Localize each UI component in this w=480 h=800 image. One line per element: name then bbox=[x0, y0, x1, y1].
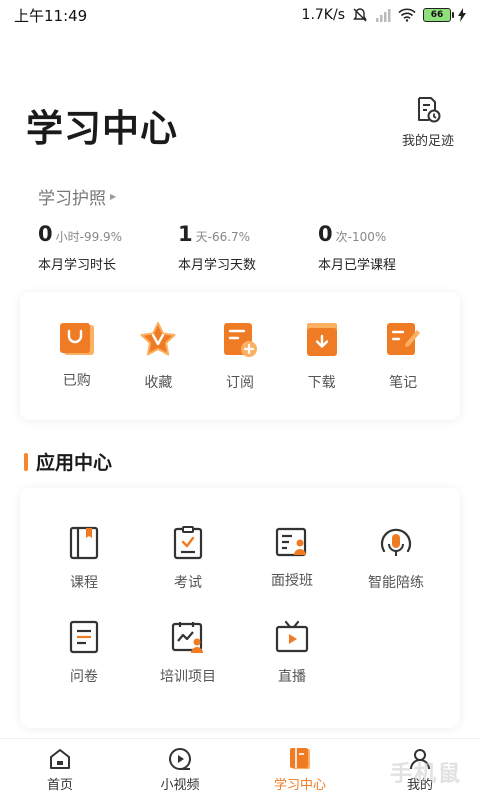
stat-label: 本月已学课程 bbox=[318, 258, 397, 273]
app-survey[interactable]: 问卷 bbox=[32, 620, 136, 686]
status-icons: 1.7K/s 66 bbox=[302, 7, 466, 23]
app-grid: 课程 考试 面授班 智能陪练 问卷 培训项目 直播 bbox=[32, 526, 448, 686]
chevron-right-icon: ▶ bbox=[110, 192, 117, 201]
nav-short-video[interactable]: 小视频 bbox=[120, 739, 240, 800]
bag-icon bbox=[59, 323, 94, 355]
mute-icon bbox=[353, 8, 367, 22]
stat-value: 0 bbox=[318, 222, 333, 246]
quick-favorites[interactable]: 收藏 bbox=[123, 292, 193, 420]
app-label: 培训项目 bbox=[160, 669, 216, 685]
quick-downloads[interactable]: 下载 bbox=[287, 292, 357, 420]
stat-label: 本月学习天数 bbox=[178, 258, 257, 273]
stat-value: 0 bbox=[38, 222, 53, 246]
quick-label: 笔记 bbox=[389, 375, 418, 391]
download-icon bbox=[306, 323, 337, 356]
nav-study-center[interactable]: 学习中心 bbox=[240, 739, 360, 800]
app-live[interactable]: 直播 bbox=[240, 620, 344, 686]
quick-label: 收藏 bbox=[144, 375, 173, 391]
stat-unit: 次-100% bbox=[335, 230, 387, 244]
app-center-title: 应用中心 bbox=[36, 452, 113, 474]
wifi-icon bbox=[398, 8, 416, 22]
status-bar: 上午11:49 1.7K/s 66 bbox=[0, 0, 480, 30]
classroom-icon bbox=[275, 527, 307, 557]
stat-study-hours[interactable]: 0 小时-99.9% 本月学习时长 bbox=[38, 222, 178, 273]
app-label: 直播 bbox=[278, 669, 306, 685]
quick-notes[interactable]: 笔记 bbox=[368, 292, 438, 420]
battery-icon: 66 bbox=[423, 8, 454, 22]
app-label: 智能陪练 bbox=[368, 575, 424, 591]
survey-icon bbox=[69, 620, 99, 654]
quick-label: 下载 bbox=[307, 375, 336, 391]
passport-link[interactable]: 学习护照 ▶ bbox=[38, 184, 116, 209]
stat-unit: 小时-99.9% bbox=[55, 230, 123, 244]
watermark: 手机鼠 bbox=[389, 762, 462, 787]
app-label: 课程 bbox=[70, 575, 98, 591]
app-smart-practice[interactable]: 智能陪练 bbox=[344, 526, 448, 592]
nav-label: 小视频 bbox=[160, 778, 200, 793]
nav-label: 首页 bbox=[46, 778, 73, 793]
charging-icon bbox=[458, 8, 466, 22]
quick-label: 订阅 bbox=[225, 375, 254, 391]
net-speed: 1.7K/s bbox=[301, 7, 345, 23]
live-icon bbox=[275, 620, 309, 653]
exam-icon bbox=[173, 526, 203, 560]
page-title: 学习中心 bbox=[26, 107, 178, 150]
subscribe-icon bbox=[223, 323, 257, 357]
quick-subscriptions[interactable]: 订阅 bbox=[205, 292, 275, 420]
app-label: 考试 bbox=[174, 575, 202, 591]
footprint-icon bbox=[418, 97, 441, 123]
footprint-button[interactable]: 我的足迹 bbox=[398, 96, 458, 149]
stat-value: 1 bbox=[178, 222, 193, 246]
status-time: 上午11:49 bbox=[14, 6, 88, 25]
stat-label: 本月学习时长 bbox=[38, 258, 117, 273]
footprint-label: 我的足迹 bbox=[401, 134, 454, 149]
app-training-project[interactable]: 培训项目 bbox=[136, 620, 240, 686]
signal-icon bbox=[376, 9, 391, 22]
passport-stats: 0 小时-99.9% 本月学习时长 1 天-66.7% 本月学习天数 0 次-1… bbox=[38, 222, 458, 273]
section-accent-bar bbox=[24, 452, 28, 471]
quick-actions-card: 已购 收藏 订阅 下载 笔记 bbox=[20, 292, 460, 420]
app-classroom[interactable]: 面授班 bbox=[240, 526, 344, 592]
passport-title: 学习护照 bbox=[38, 189, 106, 209]
stat-courses-studied[interactable]: 0 次-100% 本月已学课程 bbox=[318, 222, 458, 273]
home-icon bbox=[50, 749, 70, 769]
microphone-icon bbox=[380, 528, 412, 556]
stat-study-days[interactable]: 1 天-66.7% 本月学习天数 bbox=[178, 222, 318, 273]
quick-purchased[interactable]: 已购 bbox=[42, 292, 112, 420]
quick-label: 已购 bbox=[62, 373, 91, 389]
nav-home[interactable]: 首页 bbox=[0, 739, 120, 800]
app-label: 问卷 bbox=[70, 669, 98, 685]
app-center-card: 课程 考试 面授班 智能陪练 问卷 培训项目 直播 bbox=[20, 488, 460, 728]
app-center-heading: 应用中心 bbox=[24, 448, 112, 475]
stat-unit: 天-66.7% bbox=[195, 230, 251, 244]
study-center-icon bbox=[290, 748, 310, 769]
app-label: 面授班 bbox=[271, 573, 313, 589]
app-exam[interactable]: 考试 bbox=[136, 526, 240, 592]
video-icon bbox=[169, 748, 191, 770]
app-courses[interactable]: 课程 bbox=[32, 526, 136, 592]
note-icon bbox=[387, 323, 421, 355]
training-project-icon bbox=[171, 622, 203, 653]
nav-label: 学习中心 bbox=[273, 778, 326, 793]
star-icon bbox=[140, 322, 176, 356]
book-icon bbox=[69, 526, 99, 560]
